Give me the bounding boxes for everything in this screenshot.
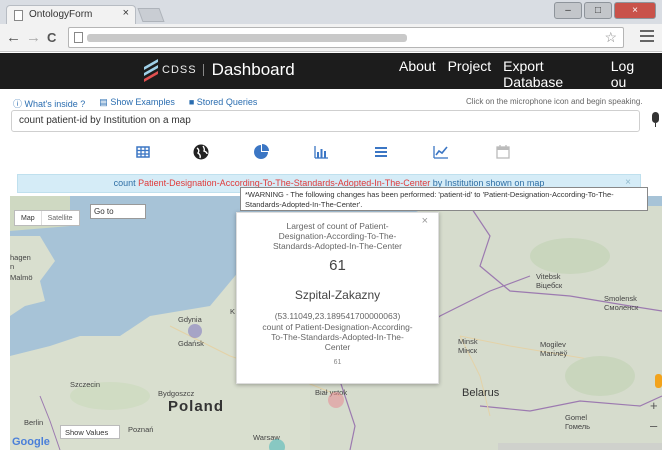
map-label-gdansk: Gdańsk <box>178 339 204 348</box>
url-input[interactable]: ☆ <box>68 27 624 48</box>
map-label-berlin: Berlin <box>24 418 44 427</box>
pie-chart-icon[interactable] <box>252 143 270 161</box>
chart-type-selector <box>134 143 534 163</box>
nav-project[interactable]: Project <box>448 58 492 90</box>
page-icon <box>74 32 83 43</box>
map-label-minsk: Minsk <box>458 337 478 346</box>
bookmark-star-icon[interactable]: ☆ <box>604 29 617 46</box>
zoom-controls: + – <box>650 396 662 436</box>
forward-icon[interactable]: → <box>26 29 41 46</box>
maximize-button[interactable]: □ <box>584 2 612 19</box>
browser-menu-icon[interactable] <box>640 30 654 44</box>
nav-about[interactable]: About <box>399 58 436 90</box>
table-icon[interactable] <box>134 143 152 161</box>
map-label-poznan: Poznań <box>128 425 154 434</box>
map-label-malmo: Malmö <box>10 273 33 282</box>
tab-close-icon[interactable]: × <box>123 7 129 19</box>
map-label-belarus: Belarus <box>462 387 500 399</box>
window-controls: – □ × <box>554 2 656 20</box>
speech-hint: Click on the microphone icon and begin s… <box>466 97 643 106</box>
warning-tooltip: *WARNING - The following changes has bee… <box>240 187 648 211</box>
goto-input[interactable]: Go to <box>90 204 146 219</box>
map-label-szczecin: Szczecin <box>70 380 101 389</box>
microphone-icon[interactable] <box>651 112 660 129</box>
page-icon <box>14 10 23 21</box>
logo-text: CDSS <box>162 64 204 76</box>
map-type-satellite-button[interactable]: Satellite <box>40 211 79 225</box>
url-text-redacted <box>87 34 407 42</box>
map-label-vitebsk-cy: Віцебск <box>536 281 563 290</box>
popup-value: 61 <box>329 257 346 274</box>
map-marker[interactable] <box>188 324 202 338</box>
list-icon: ▤ <box>99 97 108 107</box>
list-icon[interactable] <box>372 143 390 161</box>
nav-logout[interactable]: Log ou <box>611 58 650 90</box>
map-label-smolensk-cy: Смоленск <box>604 303 639 312</box>
popup-coordinates: (53.11049,23.189541700000063) <box>274 311 401 321</box>
popup-institution-name: Szpital-Zakazny <box>294 288 381 302</box>
show-examples-link[interactable]: ▤ Show Examples <box>99 97 175 110</box>
map-info-window: × Largest of count of Patient-Designatio… <box>236 212 439 384</box>
stored-queries-link[interactable]: ■ Stored Queries <box>189 97 257 110</box>
bar-chart-icon[interactable] <box>312 143 330 161</box>
app-navbar: CDSS Dashboard About Project Export Data… <box>0 53 662 90</box>
cdss-logo-icon <box>144 58 158 83</box>
map-label-k: K <box>230 307 236 316</box>
map-label-vitebsk: Vitebsk <box>536 272 561 281</box>
map-type-toggle: Map Satellite <box>14 210 80 226</box>
map-label-gomel-cy: Гомель <box>565 422 591 431</box>
close-window-button[interactable]: × <box>614 2 656 19</box>
map-type-map-button[interactable]: Map <box>15 211 41 225</box>
map-label-smolensk: Smolensk <box>604 294 637 303</box>
map-label-gomel: Gomel <box>565 413 588 422</box>
brand[interactable]: CDSS Dashboard <box>144 58 295 83</box>
map-label-mogilev: Mogilev <box>540 340 566 349</box>
map-marker[interactable] <box>269 439 285 450</box>
whats-inside-link[interactable]: ⓘ What's inside ? <box>13 97 85 110</box>
globe-icon[interactable] <box>192 143 210 161</box>
map-label-mogilev-cy: Магілёў <box>540 349 568 358</box>
zoom-out-button[interactable]: – <box>650 416 662 436</box>
calendar-icon[interactable] <box>494 143 512 161</box>
query-input[interactable]: count patient-id by Institution on a map <box>11 110 640 132</box>
street-view-pegman-icon[interactable] <box>655 374 662 388</box>
minimize-button[interactable]: – <box>554 2 582 19</box>
zoom-in-button[interactable]: + <box>650 396 662 416</box>
tab-title: OntologyForm <box>29 9 93 20</box>
map-label-copenhagen: hagen <box>10 253 31 262</box>
map-label-poland: Poland <box>168 398 225 415</box>
google-logo: Google <box>12 436 50 448</box>
nav-links: About Project Export Database Log ou <box>399 58 662 90</box>
popup-subheading: count of Patient-Designation-According-T… <box>262 322 413 352</box>
map-label-minsk-cy: Мінск <box>458 346 478 355</box>
map-marker[interactable] <box>328 392 344 408</box>
close-icon[interactable]: × <box>422 215 428 227</box>
browser-tab[interactable]: OntologyForm × <box>6 5 136 24</box>
show-values-button[interactable]: Show Values <box>60 425 120 439</box>
folder-icon: ■ <box>188 97 195 107</box>
info-circle-icon: ⓘ <box>13 99 23 109</box>
app-root: OntologyForm × – □ × ← → C ☆ CDSS Dashbo… <box>0 0 662 450</box>
reload-icon[interactable]: C <box>47 30 56 45</box>
popup-heading: Largest of count of Patient-Designation-… <box>273 221 402 251</box>
map-attribution <box>498 443 662 450</box>
query-toolbar: ⓘ What's inside ? ▤ Show Examples ■ Stor… <box>13 97 257 110</box>
browser-tab-bar: OntologyForm × – □ × <box>0 0 662 24</box>
back-icon[interactable]: ← <box>6 29 21 46</box>
popup-sub-value: 61 <box>333 359 342 366</box>
address-bar: ← → C ☆ <box>0 24 662 52</box>
map-label-gdynia: Gdynia <box>178 315 202 324</box>
map-label-copenhagen-2: n <box>10 262 15 271</box>
map-label-bydgoszcz: Bydgoszcz <box>158 389 195 398</box>
nav-export-database[interactable]: Export Database <box>503 58 599 90</box>
new-tab-button[interactable] <box>137 8 165 22</box>
line-chart-icon[interactable] <box>432 143 450 161</box>
page-title: Dashboard <box>211 60 295 79</box>
